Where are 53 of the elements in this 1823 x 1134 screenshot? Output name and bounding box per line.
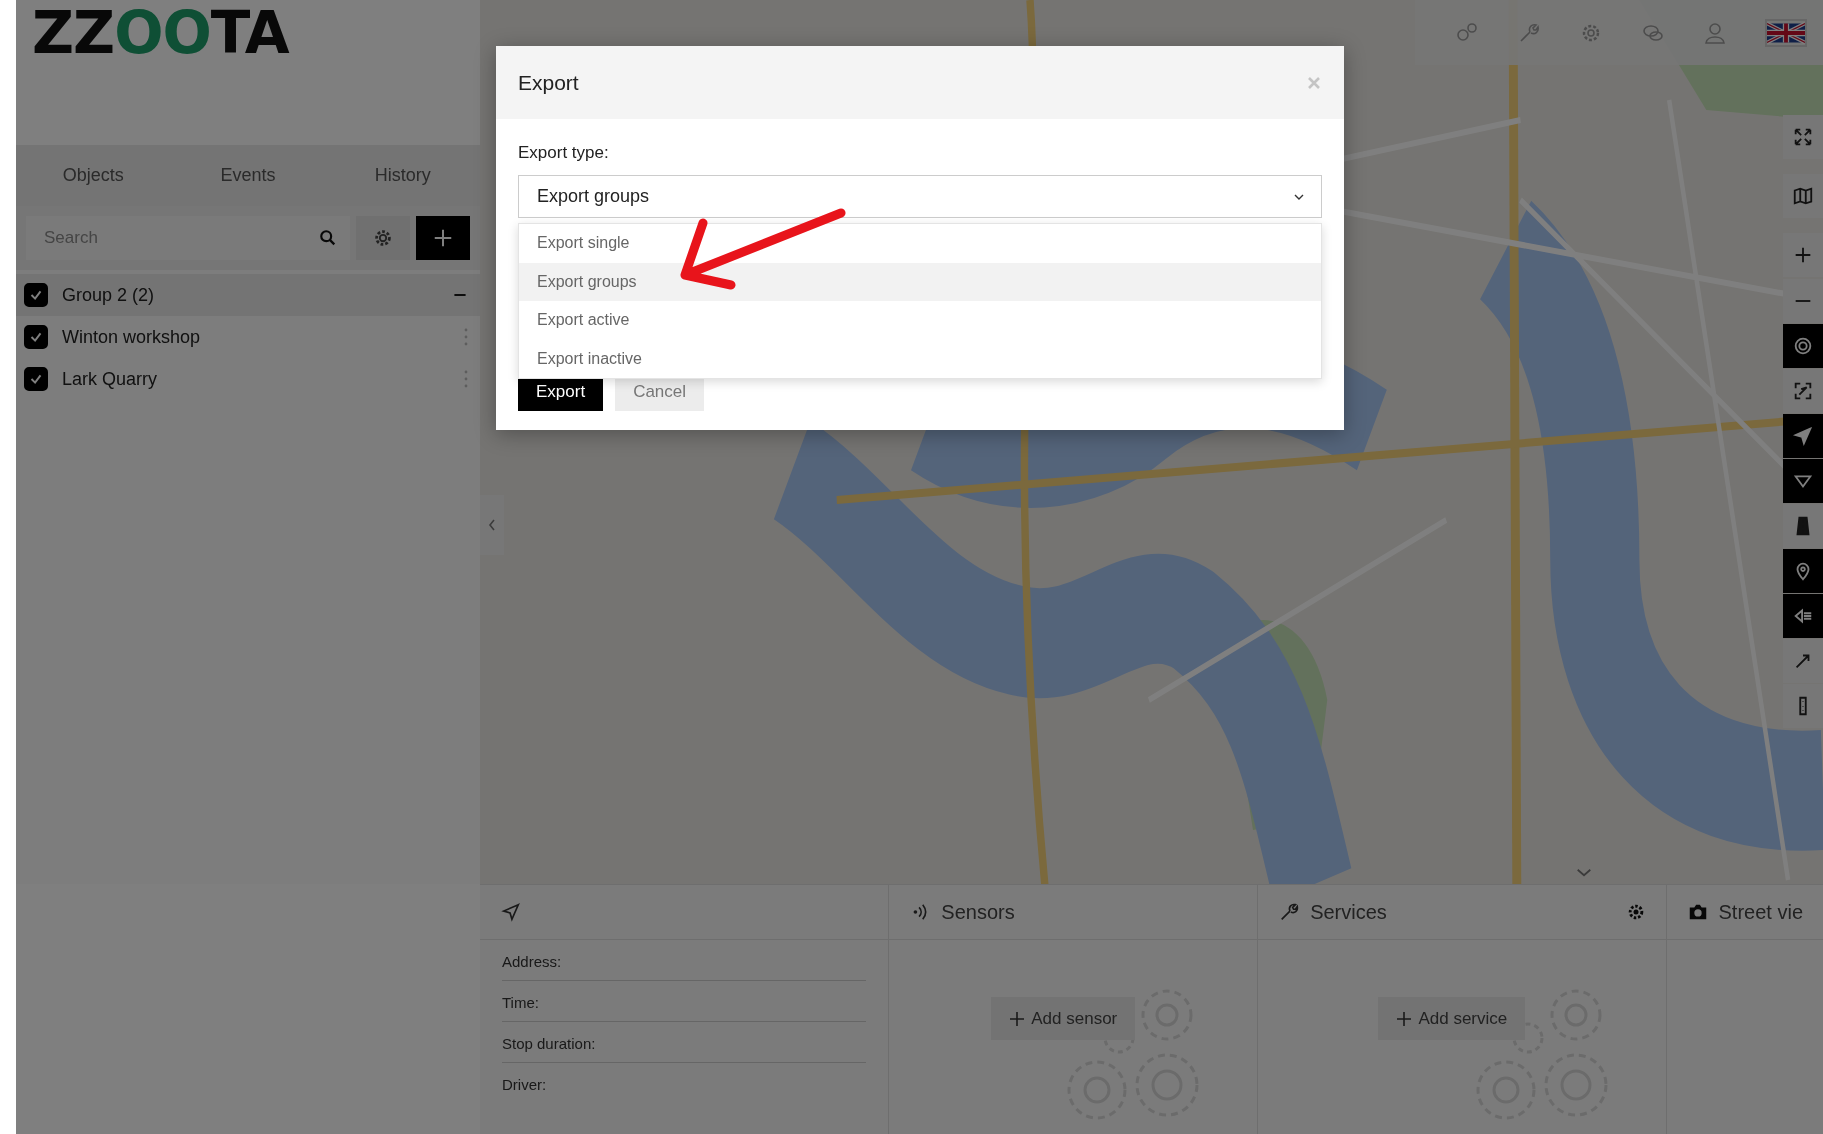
chevron-down-icon[interactable] (1575, 867, 1593, 878)
navigate-icon[interactable] (1792, 425, 1814, 447)
list-button[interactable] (1783, 594, 1823, 638)
fullscreen-button[interactable] (1783, 115, 1823, 159)
search-button[interactable] (306, 216, 350, 260)
fit-button[interactable] (1783, 369, 1823, 413)
add-button[interactable]: Add sensor (991, 997, 1136, 1040)
add-button[interactable] (416, 216, 470, 260)
object-name[interactable]: Winton workshop (62, 326, 450, 348)
route-button[interactable] (1783, 639, 1823, 683)
field-label: Driver: (502, 1075, 548, 1095)
traffic-button[interactable] (1783, 684, 1823, 728)
zoom-in-button[interactable] (1783, 233, 1823, 277)
settings-button[interactable] (356, 216, 410, 260)
caret-icon[interactable] (1293, 192, 1305, 201)
field-label: Address: (502, 940, 867, 981)
sidebar-tab[interactable]: Objects (16, 164, 171, 187)
plus-icon[interactable] (1396, 1010, 1413, 1027)
fit-icon[interactable] (1792, 380, 1814, 402)
navigate-button[interactable] (1783, 414, 1823, 458)
sidebar-tab[interactable]: Events (170, 164, 326, 187)
dropdown-option[interactable]: Export single (519, 224, 1321, 263)
polygon-button[interactable] (1783, 459, 1823, 503)
cluster-button[interactable] (1783, 324, 1823, 368)
map-icon[interactable] (1792, 185, 1814, 207)
group-name: Group 2 (2) (62, 284, 156, 306)
settings-icon[interactable] (372, 227, 394, 249)
dialog-title: Export (518, 70, 579, 95)
panel-title: Services (1310, 900, 1388, 924)
navigation-icon (500, 901, 522, 923)
add-button[interactable]: Add service (1378, 997, 1526, 1040)
fullscreen-icon[interactable] (1792, 126, 1814, 148)
group-row[interactable]: Group 2 (2) (16, 274, 480, 316)
panel-title: Street vie (1718, 900, 1803, 924)
marker-button[interactable] (1783, 549, 1823, 593)
dropdown-option[interactable]: Export active (519, 301, 1321, 340)
dropdown-option[interactable]: Export groups (519, 262, 1321, 301)
logo: ZZOOTA (32, 3, 289, 62)
flag-icon[interactable] (1765, 18, 1807, 47)
cluster-icon[interactable] (1792, 335, 1814, 357)
export-type-select[interactable]: Export groups (518, 175, 1322, 218)
search-icon[interactable] (319, 229, 337, 247)
field-label: Stop duration: (502, 1022, 867, 1063)
sidebar-tab[interactable]: History (325, 164, 480, 187)
object-name[interactable]: Lark Quarry (62, 368, 450, 390)
chevron-left-icon[interactable] (487, 517, 497, 533)
field-label: Export type: (518, 143, 610, 163)
panel-title: Sensors (941, 900, 1016, 924)
field-label: Time: (502, 981, 867, 1022)
map-button[interactable] (1783, 174, 1823, 218)
plus-icon[interactable] (1009, 1010, 1026, 1027)
road-button[interactable] (1783, 504, 1823, 548)
wrench-icon (1278, 901, 1301, 923)
